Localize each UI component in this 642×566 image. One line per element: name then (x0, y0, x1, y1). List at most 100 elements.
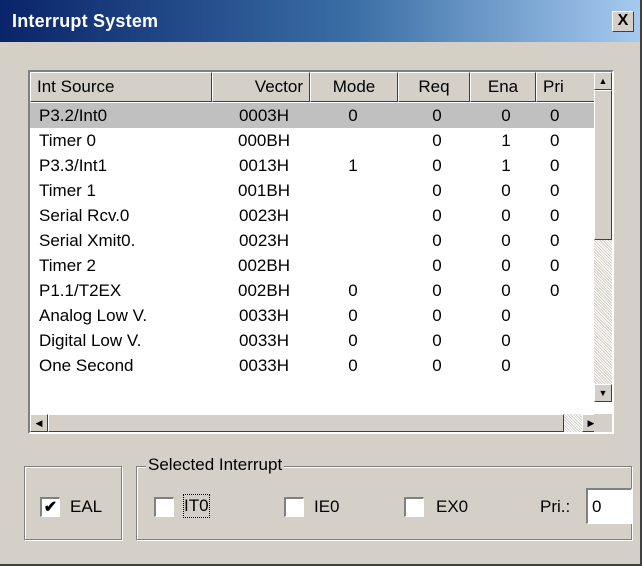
scroll-down-button[interactable]: ▼ (594, 384, 612, 402)
horizontal-scrollbar[interactable]: ◀ ▶ (30, 414, 600, 432)
arrow-up-icon: ▲ (598, 75, 608, 86)
pri-cell: 0 (550, 106, 560, 125)
table-row[interactable]: Serial Xmit0. 0023H 0 0 0 (30, 228, 600, 253)
column-header-int-source[interactable]: Int Source (30, 72, 212, 102)
ex0-label: EX0 (436, 497, 469, 516)
int-source-cell: Timer 2 (39, 256, 96, 275)
scroll-left-button[interactable]: ◀ (30, 414, 48, 432)
column-header-req[interactable]: Req (398, 72, 470, 102)
pri-cell: 0 (550, 231, 560, 250)
vector-cell: 001BH (238, 181, 290, 200)
interrupt-system-window: Interrupt System X Int Source Vector Mod… (0, 0, 642, 566)
close-icon: X (617, 12, 629, 29)
int-source-cell: Analog Low V. (39, 306, 148, 325)
table-row[interactable]: One Second 0033H 0 0 0 (30, 353, 600, 378)
table-row[interactable]: Timer 0 000BH 0 1 0 (30, 128, 600, 153)
vector-cell: 0003H (238, 106, 290, 125)
req-cell: 0 (432, 206, 442, 225)
column-header-ena[interactable]: Ena (470, 72, 536, 102)
ie0-checkbox[interactable] (284, 497, 304, 517)
pri-cell: 0 (550, 131, 560, 150)
mode-cell: 0 (348, 306, 358, 325)
checkmark-icon: ✔ (43, 499, 58, 516)
int-source-cell: Timer 1 (39, 181, 96, 200)
req-cell: 0 (432, 306, 442, 325)
selected-interrupt-legend: Selected Interrupt (146, 454, 285, 476)
ena-cell: 0 (501, 106, 511, 125)
int-source-cell: Serial Rcv.0 (39, 206, 130, 225)
vertical-scrollbar[interactable]: ▲ ▼ (594, 72, 612, 402)
it0-checkbox[interactable] (154, 497, 174, 517)
ena-cell: 0 (501, 306, 511, 325)
mode-cell (310, 203, 398, 228)
table-row[interactable]: Serial Rcv.0 0023H 0 0 0 (30, 203, 600, 228)
ena-cell: 0 (501, 356, 511, 375)
req-cell: 0 (432, 156, 442, 175)
pri-cell (536, 303, 596, 328)
vector-cell: 0023H (238, 206, 290, 225)
scroll-up-button[interactable]: ▲ (594, 72, 612, 90)
mode-cell (310, 228, 398, 253)
table-row[interactable]: P3.3/Int1 0013H 1 0 1 0 (30, 153, 600, 178)
req-cell: 0 (432, 356, 442, 375)
ena-cell: 1 (501, 131, 511, 150)
mode-cell (310, 178, 398, 203)
close-button[interactable]: X (612, 11, 634, 32)
arrow-left-icon: ◀ (35, 417, 43, 428)
pri-cell: 0 (550, 281, 560, 300)
pri-cell (536, 353, 596, 378)
ena-cell: 0 (501, 206, 511, 225)
horizontal-scroll-thumb[interactable] (48, 414, 564, 432)
mode-cell: 0 (348, 281, 358, 300)
column-header-vector[interactable]: Vector (212, 72, 310, 102)
ena-cell: 0 (501, 256, 511, 275)
ena-cell: 0 (501, 331, 511, 350)
mode-cell: 1 (348, 156, 358, 175)
vertical-scroll-thumb[interactable] (594, 90, 612, 240)
table-row[interactable]: P1.1/T2EX 002BH 0 0 0 0 (30, 278, 600, 303)
vector-cell: 0033H (238, 331, 290, 350)
interrupt-list-viewport: Int Source Vector Mode Req Ena Pri P3.2/… (30, 72, 600, 402)
column-header-mode[interactable]: Mode (310, 72, 398, 102)
vector-cell: 0033H (238, 356, 290, 375)
table-row[interactable]: Timer 1 001BH 0 0 0 (30, 178, 600, 203)
interrupt-list[interactable]: Int Source Vector Mode Req Ena Pri P3.2/… (28, 70, 614, 434)
ena-cell: 0 (501, 181, 511, 200)
int-source-cell: P3.2/Int0 (39, 106, 108, 125)
int-source-cell: One Second (39, 356, 134, 375)
vector-cell: 000BH (238, 131, 290, 150)
eal-checkbox[interactable]: ✔ (40, 497, 60, 517)
table-row[interactable]: Timer 2 002BH 0 0 0 (30, 253, 600, 278)
title-bar[interactable]: Interrupt System X (0, 0, 640, 42)
scrollbar-corner (594, 414, 612, 432)
pri-label: Pri.: (540, 497, 571, 516)
arrow-down-icon: ▼ (598, 387, 608, 398)
ex0-checkbox[interactable] (404, 497, 424, 517)
mode-cell (310, 128, 398, 153)
req-cell: 0 (432, 131, 442, 150)
table-row[interactable]: Analog Low V. 0033H 0 0 0 (30, 303, 600, 328)
vector-cell: 0023H (238, 231, 290, 250)
req-cell: 0 (432, 106, 442, 125)
window-title: Interrupt System (12, 10, 159, 31)
ena-cell: 0 (501, 281, 511, 300)
req-cell: 0 (432, 331, 442, 350)
ena-cell: 0 (501, 231, 511, 250)
req-cell: 0 (432, 181, 442, 200)
eal-label: EAL (70, 497, 103, 516)
int-source-cell: P3.3/Int1 (39, 156, 108, 175)
column-header-pri[interactable]: Pri (536, 72, 596, 102)
table-row[interactable]: P3.2/Int0 0003H 0 0 0 0 (30, 103, 600, 128)
pri-cell (536, 328, 596, 353)
vector-cell: 002BH (238, 281, 290, 300)
int-source-cell: Timer 0 (39, 131, 96, 150)
pri-cell: 0 (550, 256, 560, 275)
pri-input[interactable] (586, 488, 632, 524)
list-header: Int Source Vector Mode Req Ena Pri (30, 72, 596, 102)
pri-cell: 0 (550, 181, 560, 200)
pri-cell: 0 (550, 156, 560, 175)
req-cell: 0 (432, 256, 442, 275)
ena-cell: 1 (501, 156, 511, 175)
mode-cell: 0 (348, 106, 358, 125)
table-row[interactable]: Digital Low V. 0033H 0 0 0 (30, 328, 600, 353)
